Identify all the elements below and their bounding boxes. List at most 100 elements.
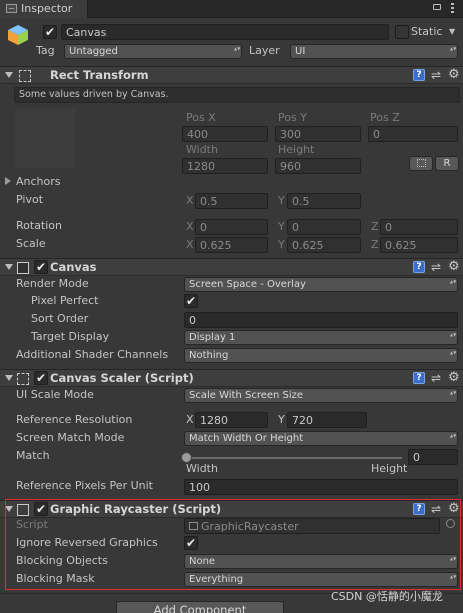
- scale-x-label: X: [186, 238, 194, 251]
- gear-icon[interactable]: ⚙: [448, 501, 460, 516]
- scale-y-field: 0.625: [287, 237, 361, 253]
- gear-icon[interactable]: ⚙: [448, 259, 460, 274]
- screen-match-mode-label: Screen Match Mode: [16, 431, 125, 444]
- pivot-label: Pivot: [16, 193, 44, 206]
- rotation-label: Rotation: [16, 219, 63, 232]
- driven-info-box: Some values driven by Canvas.: [14, 87, 460, 103]
- blueprint-icon: [416, 159, 426, 167]
- foldout-arrow-icon[interactable]: [5, 264, 13, 270]
- ref-x-label: X: [186, 413, 194, 426]
- ref-x-field[interactable]: 1280: [195, 412, 268, 428]
- inspector-window: Inspector ✔ Canvas Static ▼ Tag Untagged…: [0, 0, 463, 613]
- blueprint-mode-button[interactable]: [409, 156, 433, 171]
- tag-label: Tag: [36, 44, 55, 57]
- pos-x-field: 400: [182, 126, 268, 142]
- tag-dropdown[interactable]: Untagged: [64, 44, 242, 59]
- shader-channels-label: Additional Shader Channels: [16, 348, 169, 361]
- ref-y-label: Y: [278, 413, 285, 426]
- scale-z-field: 0.625: [380, 237, 458, 253]
- object-picker-icon[interactable]: [446, 519, 455, 528]
- raw-edit-button[interactable]: R: [435, 156, 459, 171]
- canvas-scaler-header[interactable]: ✔ Canvas Scaler (Script) ? ⇌ ⚙: [0, 369, 463, 387]
- foldout-arrow-icon[interactable]: [5, 72, 13, 78]
- blocking-objects-label: Blocking Objects: [16, 554, 108, 567]
- graphic-raycaster-title: Graphic Raycaster (Script): [50, 502, 222, 516]
- blocking-objects-dropdown[interactable]: None: [184, 554, 458, 569]
- tab-menu-icon[interactable]: [451, 3, 454, 15]
- canvas-header[interactable]: ✔ Canvas ? ⇌ ⚙: [0, 258, 463, 276]
- lock-icon[interactable]: [433, 4, 441, 10]
- help-book-icon[interactable]: ?: [413, 503, 425, 515]
- scale-x-field: 0.625: [195, 237, 268, 253]
- rect-transform-icon: [19, 70, 31, 82]
- pixel-perfect-checkbox[interactable]: ✔: [184, 294, 198, 308]
- help-book-icon[interactable]: ?: [413, 372, 425, 384]
- help-book-icon[interactable]: ?: [413, 69, 425, 81]
- preset-icon[interactable]: ⇌: [431, 371, 441, 385]
- pixel-perfect-label: Pixel Perfect: [31, 294, 99, 307]
- static-checkbox[interactable]: [395, 25, 409, 39]
- canvas-enabled-checkbox[interactable]: ✔: [34, 260, 48, 274]
- ignore-reversed-label: Ignore Reversed Graphics: [16, 536, 158, 549]
- layer-dropdown[interactable]: UI: [290, 44, 458, 59]
- pos-x-label: Pos X: [186, 111, 216, 124]
- tab-inspector-label: Inspector: [21, 2, 73, 15]
- tab-bar: Inspector: [0, 0, 463, 18]
- rot-y-label: Y: [278, 220, 285, 233]
- gameobject-name-field[interactable]: Canvas: [61, 24, 389, 40]
- ref-y-field[interactable]: 720: [287, 412, 367, 428]
- foldout-arrow-icon[interactable]: [5, 375, 13, 381]
- canvas-scaler-icon: [17, 373, 29, 385]
- anchors-label[interactable]: Anchors: [16, 175, 61, 188]
- screen-match-mode-dropdown[interactable]: Match Width Or Height: [184, 431, 458, 446]
- tab-inspector[interactable]: Inspector: [0, 0, 88, 18]
- pos-z-field: 0: [368, 126, 458, 142]
- graphic-raycaster-enabled-checkbox[interactable]: ✔: [34, 502, 48, 516]
- blocking-mask-label: Blocking Mask: [16, 572, 95, 585]
- match-value-field[interactable]: 0: [408, 449, 458, 465]
- script-label: Script: [16, 518, 48, 531]
- pivot-y-label: Y: [278, 194, 285, 207]
- preset-icon[interactable]: ⇌: [431, 502, 441, 516]
- pivot-y-field: 0.5: [287, 193, 361, 209]
- ignore-reversed-checkbox[interactable]: ✔: [184, 536, 198, 550]
- ui-scale-mode-dropdown[interactable]: Scale With Screen Size: [184, 388, 458, 403]
- add-component-button[interactable]: Add Component: [116, 601, 284, 613]
- render-mode-dropdown[interactable]: Screen Space - Overlay: [184, 277, 458, 292]
- foldout-arrow-icon[interactable]: [5, 506, 13, 512]
- rot-x-field: 0: [195, 219, 268, 235]
- rect-transform-title: Rect Transform: [50, 68, 149, 82]
- preset-icon[interactable]: ⇌: [431, 260, 441, 274]
- ppu-label: Reference Pixels Per Unit: [16, 479, 153, 492]
- anchors-foldout-icon[interactable]: [5, 177, 11, 185]
- match-height-label: Height: [371, 462, 408, 475]
- gear-icon[interactable]: ⚙: [448, 370, 460, 385]
- static-dropdown-icon[interactable]: ▼: [449, 27, 455, 36]
- sort-order-field[interactable]: 0: [184, 312, 458, 328]
- target-display-dropdown[interactable]: Display 1: [184, 330, 458, 345]
- rot-x-label: X: [186, 220, 194, 233]
- help-book-icon[interactable]: ?: [413, 261, 425, 273]
- canvas-scaler-title: Canvas Scaler (Script): [50, 371, 194, 385]
- blocking-mask-dropdown[interactable]: Everything: [184, 572, 458, 587]
- pos-y-label: Pos Y: [278, 111, 307, 124]
- pivot-x-field: 0.5: [195, 193, 268, 209]
- canvas-scaler-enabled-checkbox[interactable]: ✔: [34, 371, 48, 385]
- width-field: 1280: [182, 158, 268, 174]
- ppu-field[interactable]: 100: [184, 479, 458, 495]
- graphic-raycaster-header[interactable]: ✔ Graphic Raycaster (Script) ? ⇌ ⚙: [0, 500, 463, 518]
- shader-channels-dropdown[interactable]: Nothing: [184, 348, 458, 363]
- sort-order-label: Sort Order: [31, 312, 89, 325]
- inspector-icon: [6, 4, 17, 13]
- graphic-raycaster-icon: [17, 504, 29, 516]
- gear-icon[interactable]: ⚙: [448, 67, 460, 82]
- preset-icon[interactable]: ⇌: [431, 68, 441, 82]
- gameobject-icon: [7, 24, 29, 46]
- rect-transform-header[interactable]: Rect Transform ? ⇌ ⚙: [0, 66, 463, 84]
- match-slider-track[interactable]: [186, 457, 402, 459]
- layer-label: Layer: [249, 44, 280, 57]
- scale-y-label: Y: [278, 238, 285, 251]
- gameobject-active-checkbox[interactable]: ✔: [43, 25, 57, 39]
- rot-z-field: 0: [380, 219, 458, 235]
- match-width-label: Width: [186, 462, 218, 475]
